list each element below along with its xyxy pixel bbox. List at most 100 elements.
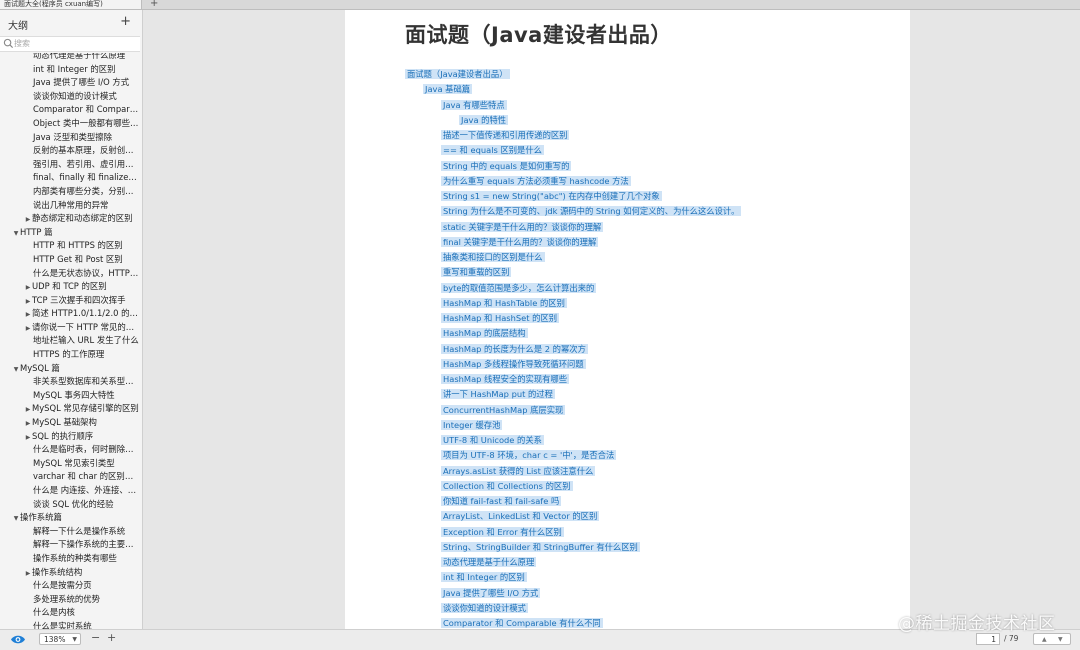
- outline-item[interactable]: ▶ 简述 HTTP1.0/1.1/2.0 的区别: [0, 307, 142, 321]
- toc-link[interactable]: ArrayList、LinkedList 和 Vector 的区别: [441, 510, 600, 523]
- outline-item[interactable]: Object 类中一般都有哪些方法: [0, 117, 142, 131]
- outline-item[interactable]: 内部类有哪些分类，分别解释一下: [0, 185, 142, 199]
- outline-item[interactable]: 地址栏输入 URL 发生了什么: [0, 334, 142, 348]
- toc-link[interactable]: Integer 缓存池: [441, 419, 503, 432]
- toc-link[interactable]: 你知道 fail-fast 和 fail-safe 吗: [441, 495, 562, 508]
- outline-item[interactable]: 解释一下什么是操作系统: [0, 525, 142, 539]
- toc-link[interactable]: Java 有哪些特点: [441, 99, 507, 112]
- outline-item[interactable]: ▶ 操作系统结构: [0, 566, 142, 580]
- expand-triangle-icon[interactable]: ▶: [24, 322, 32, 335]
- outline-item[interactable]: MySQL 常见索引类型: [0, 457, 142, 471]
- toc-link[interactable]: String 中的 equals 是如何重写的: [441, 160, 572, 173]
- outline-item[interactable]: 多处理系统的优势: [0, 593, 142, 607]
- outline-item[interactable]: ▶ 静态绑定和动态绑定的区别: [0, 212, 142, 226]
- search-input[interactable]: [14, 37, 134, 50]
- toc-link[interactable]: int 和 Integer 的区别: [441, 571, 527, 584]
- outline-item[interactable]: 什么是临时表，何时删除临时表: [0, 443, 142, 457]
- toc-link[interactable]: String 为什么是不可变的、jdk 源码中的 String 如何定义的、为什…: [441, 205, 742, 218]
- expand-triangle-icon[interactable]: ▶: [24, 281, 32, 294]
- outline-item[interactable]: 什么是 内连接、外连接、交叉连接: [0, 484, 142, 498]
- outline-item[interactable]: ▶ SQL 的执行顺序: [0, 430, 142, 444]
- expand-triangle-icon[interactable]: ▶: [24, 213, 32, 226]
- toc-link[interactable]: HashMap 多线程操作导致死循环问题: [441, 358, 586, 371]
- previous-page-icon[interactable]: ▲: [1042, 634, 1047, 645]
- outline-item[interactable]: ▶ UDP 和 TCP 的区别: [0, 280, 142, 294]
- toc-link[interactable]: 谈谈你知道的设计模式: [441, 602, 528, 615]
- outline-item[interactable]: ▼ MySQL 篇: [0, 362, 142, 376]
- outline-item[interactable]: 非关系型数据库和关系型数据库的区别: [0, 375, 142, 389]
- toc-link[interactable]: Collection 和 Collections 的区别: [441, 480, 573, 493]
- new-tab-button[interactable]: +: [150, 0, 158, 9]
- add-outline-button[interactable]: +: [120, 14, 131, 29]
- toc-link[interactable]: 讲一下 HashMap put 的过程: [441, 388, 555, 401]
- outline-item[interactable]: 说出几种常用的异常: [0, 199, 142, 213]
- toc-link[interactable]: 抽象类和接口的区别是什么: [441, 251, 545, 264]
- toc-link[interactable]: 项目为 UTF-8 环境，char c = '中'，是否合法: [441, 449, 617, 462]
- outline-item[interactable]: 什么是按需分页: [0, 579, 142, 593]
- toc-link[interactable]: HashMap 和 HashSet 的区别: [441, 312, 560, 325]
- outline-item[interactable]: ▶ TCP 三次握手和四次挥手: [0, 294, 142, 308]
- collapse-triangle-icon[interactable]: ▼: [12, 512, 20, 525]
- toc-link[interactable]: Java 的特性: [459, 114, 509, 127]
- outline-item[interactable]: 谈谈你知道的设计模式: [0, 90, 142, 104]
- toc-link[interactable]: 为什么重写 equals 方法必须重写 hashcode 方法: [441, 175, 631, 188]
- toc-link[interactable]: Java 提供了哪些 I/O 方式: [441, 587, 541, 600]
- toc-link[interactable]: Java 基础篇: [423, 83, 473, 96]
- toc-link[interactable]: Comparator 和 Comparable 有什么不同: [441, 617, 603, 629]
- toc-link[interactable]: byte的取值范围是多少，怎么计算出来的: [441, 282, 597, 295]
- outline-item[interactable]: ▶ MySQL 常见存储引擎的区别: [0, 402, 142, 416]
- toc-link[interactable]: Exception 和 Error 有什么区别: [441, 526, 564, 539]
- eye-icon[interactable]: [10, 634, 26, 645]
- outline-item[interactable]: 反射的基本原理，反射创建类实例的三种方式是什么: [0, 144, 142, 158]
- toc-link[interactable]: UTF-8 和 Unicode 的关系: [441, 434, 544, 447]
- toc-link[interactable]: == 和 equals 区别是什么: [441, 144, 544, 157]
- expand-triangle-icon[interactable]: ▶: [24, 431, 32, 444]
- zoom-out-button[interactable]: −: [91, 631, 100, 644]
- outline-item[interactable]: 什么是实时系统: [0, 620, 142, 629]
- outline-item[interactable]: Comparator 和 Comparable 有什么不同: [0, 103, 142, 117]
- outline-item[interactable]: final、finally 和 finalize() 的区别: [0, 171, 142, 185]
- toc-link[interactable]: 面试题（Java建设者出品）: [405, 68, 510, 81]
- outline-item[interactable]: ▼ HTTP 篇: [0, 226, 142, 240]
- outline-item[interactable]: ▶ 请你说一下 HTTP 常见的请求头: [0, 321, 142, 335]
- outline-item[interactable]: HTTP 和 HTTPS 的区别: [0, 239, 142, 253]
- toc-link[interactable]: String、StringBuilder 和 StringBuffer 有什么区…: [441, 541, 640, 554]
- outline-item[interactable]: 动态代理是基于什么原理: [0, 53, 142, 63]
- expand-triangle-icon[interactable]: ▶: [24, 417, 32, 430]
- outline-item[interactable]: Java 泛型和类型擦除: [0, 131, 142, 145]
- zoom-in-button[interactable]: +: [107, 631, 116, 644]
- outline-item[interactable]: ▶ MySQL 基础架构: [0, 416, 142, 430]
- toc-link[interactable]: 描述一下值传递和引用传递的区别: [441, 129, 570, 142]
- outline-item[interactable]: HTTP Get 和 Post 区别: [0, 253, 142, 267]
- toc-link[interactable]: HashMap 的底层结构: [441, 327, 528, 340]
- toc-link[interactable]: HashMap 的长度为什么是 2 的幂次方: [441, 343, 588, 356]
- toc-link[interactable]: final 关键字是干什么用的？谈谈你的理解: [441, 236, 599, 249]
- collapse-triangle-icon[interactable]: ▼: [12, 227, 20, 240]
- expand-triangle-icon[interactable]: ▶: [24, 308, 32, 321]
- outline-item[interactable]: MySQL 事务四大特性: [0, 389, 142, 403]
- toc-link[interactable]: static 关键字是干什么用的？谈谈你的理解: [441, 221, 604, 234]
- outline-item[interactable]: int 和 Integer 的区别: [0, 63, 142, 77]
- outline-item[interactable]: ▼ 操作系统篇: [0, 511, 142, 525]
- document-tab[interactable]: 面试题大全(程序员 cxuan编写): [0, 0, 142, 9]
- toc-link[interactable]: 动态代理是基于什么原理: [441, 556, 537, 569]
- expand-triangle-icon[interactable]: ▶: [24, 295, 32, 308]
- outline-item[interactable]: 解释一下操作系统的主要目的是什么: [0, 538, 142, 552]
- toc-link[interactable]: Arrays.asList 获得的 List 应该注意什么: [441, 465, 596, 478]
- collapse-triangle-icon[interactable]: ▼: [12, 363, 20, 376]
- toc-link[interactable]: HashMap 线程安全的实现有哪些: [441, 373, 570, 386]
- zoom-select[interactable]: 138% ▼: [39, 633, 81, 645]
- outline-item[interactable]: 什么是无状态协议，HTTP 是无状态协议吗: [0, 267, 142, 281]
- outline-item[interactable]: Java 提供了哪些 I/O 方式: [0, 76, 142, 90]
- outline-item[interactable]: 什么是内核: [0, 606, 142, 620]
- next-page-icon[interactable]: ▼: [1058, 634, 1063, 645]
- outline-item[interactable]: 操作系统的种类有哪些: [0, 552, 142, 566]
- outline-item[interactable]: HTTPS 的工作原理: [0, 348, 142, 362]
- outline-item[interactable]: 谈谈 SQL 优化的经验: [0, 498, 142, 512]
- outline-item[interactable]: 强引用、若引用、虚引用和幻象引用的区别: [0, 158, 142, 172]
- toc-link[interactable]: String s1 = new String("abc") 在内存中创建了几个对…: [441, 190, 662, 203]
- toc-link[interactable]: 重写和重载的区别: [441, 266, 512, 279]
- outline-item[interactable]: varchar 和 char 的区别和使用场景: [0, 470, 142, 484]
- toc-link[interactable]: ConcurrentHashMap 底层实现: [441, 404, 566, 417]
- toc-link[interactable]: HashMap 和 HashTable 的区别: [441, 297, 567, 310]
